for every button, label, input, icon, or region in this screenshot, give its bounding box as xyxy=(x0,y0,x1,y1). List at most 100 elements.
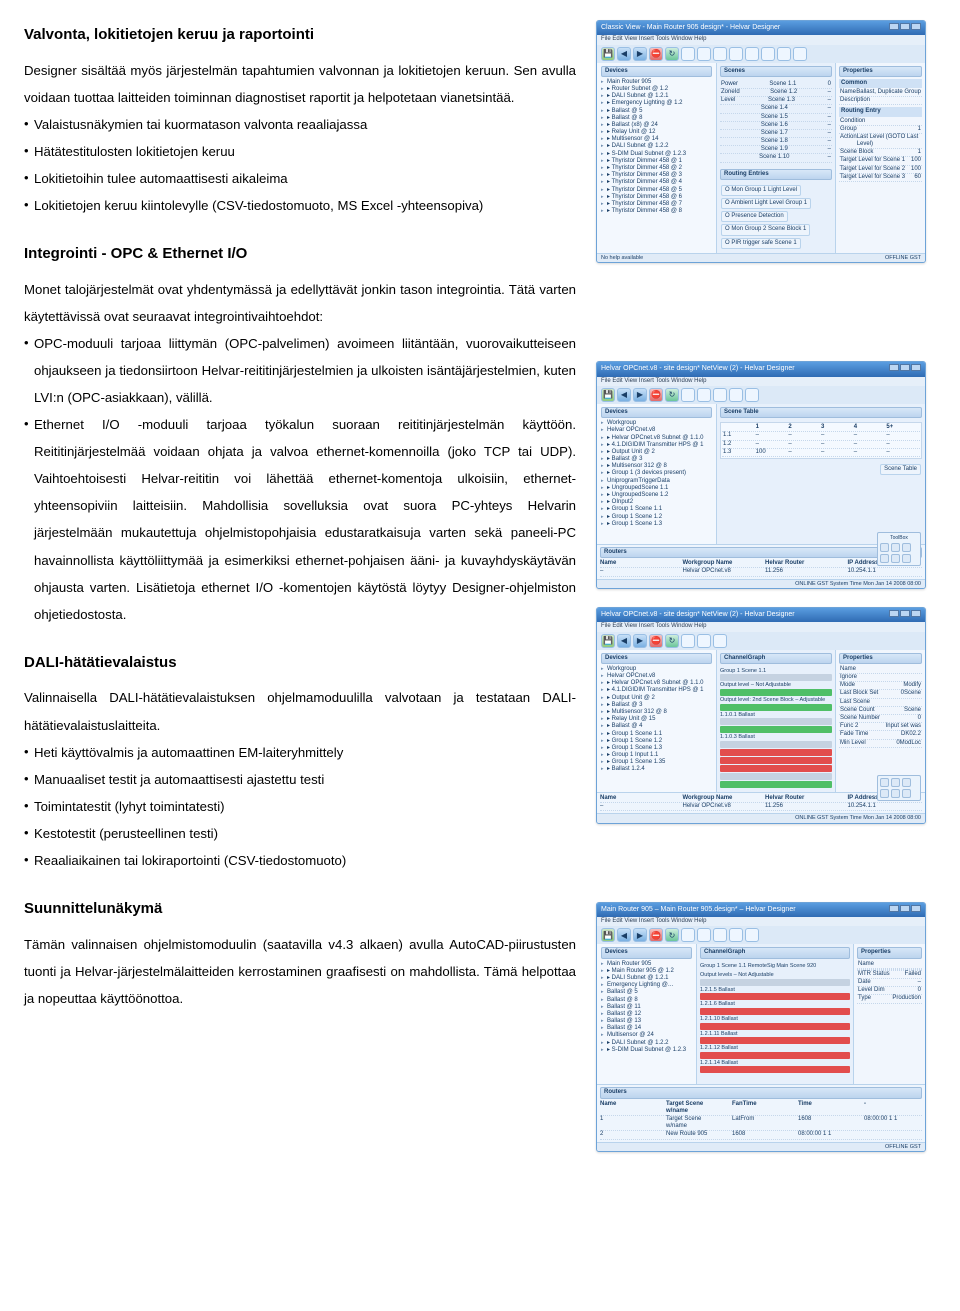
back-icon[interactable]: ◀ xyxy=(617,634,631,648)
tree-node[interactable]: ▸ S-DIM Dual Subnet @ 1.2.3 xyxy=(601,1047,692,1054)
tree-panel[interactable]: Devices WorkgroupHelvar OPCnet.v8▸ Helva… xyxy=(597,404,717,544)
tree-node[interactable]: ▸ Ballast @ 3 xyxy=(601,456,712,463)
tree-node[interactable]: ▸ Multisensor @ 14 xyxy=(601,136,712,143)
back-icon[interactable]: ◀ xyxy=(617,47,631,61)
tree-node[interactable]: Main Router 905 xyxy=(601,79,712,86)
tree-node[interactable]: ▸ Ballast @ 5 xyxy=(601,108,712,115)
tree-node[interactable]: ▸ Thyristor Dimmer 458 @ 6 xyxy=(601,194,712,201)
tree-node[interactable]: ▸ Group 1 Scene 1.2 xyxy=(601,738,712,745)
forward-icon[interactable]: ▶ xyxy=(633,388,647,402)
tool-icon[interactable] xyxy=(681,928,695,942)
save-icon[interactable]: 💾 xyxy=(601,388,615,402)
tree-node[interactable]: ▸ Ballast @ 8 xyxy=(601,115,712,122)
forward-icon[interactable]: ▶ xyxy=(633,47,647,61)
tree-node[interactable]: ▸ Main Router 905 @ 1.2 xyxy=(601,968,692,975)
tree-node[interactable]: ▸ Emergency Lighting @ 1.2 xyxy=(601,100,712,107)
tree-node[interactable]: ▸ Thyristor Dimmer 458 @ 2 xyxy=(601,165,712,172)
tree-node[interactable]: UniprogramTriggerData xyxy=(601,478,712,485)
tree-node[interactable]: Ballast @ 8 xyxy=(601,997,692,1004)
tool-icon[interactable] xyxy=(777,47,791,61)
routing-pill[interactable]: O Mon Group 1 Light Level xyxy=(721,185,801,196)
palette-button[interactable] xyxy=(891,778,900,787)
tool-icon[interactable] xyxy=(713,928,727,942)
routing-pill[interactable]: O Mon Group 2 Scene Block 1 xyxy=(721,224,810,235)
tree-node[interactable]: ▸ Helvar OPCnet.v8 Subnet @ 1.1.0 xyxy=(601,435,712,442)
tree-node[interactable]: ▸ Helvar OPCnet.v8 Subnet @ 1.1.0 xyxy=(601,680,712,687)
tool-icon[interactable] xyxy=(713,388,727,402)
palette-button[interactable] xyxy=(902,543,911,552)
tree-node[interactable]: ▸ Thyristor Dimmer 458 @ 7 xyxy=(601,201,712,208)
tree-node[interactable]: ▸ Group 1 (3 devices present) xyxy=(601,470,712,477)
refresh-icon[interactable]: ↻ xyxy=(665,388,679,402)
tool-icon[interactable] xyxy=(729,388,743,402)
tool-icon[interactable] xyxy=(793,47,807,61)
routing-pill[interactable]: O Ambient Light Level Group 1 xyxy=(721,198,811,209)
tree-node[interactable]: ▸ Output Unit @ 2 xyxy=(601,449,712,456)
refresh-icon[interactable]: ↻ xyxy=(665,47,679,61)
tree-node[interactable]: ▸ Group 1 Scene 1.3 xyxy=(601,745,712,752)
tree-node[interactable]: ▸ Ballast 1.2.4 xyxy=(601,766,712,773)
tree-node[interactable]: ▸ Thyristor Dimmer 458 @ 8 xyxy=(601,208,712,215)
tool-icon[interactable] xyxy=(697,388,711,402)
tree-node[interactable]: Ballast @ 12 xyxy=(601,1011,692,1018)
menubar[interactable]: File Edit View Insert Tools Window Help xyxy=(597,917,925,926)
tree-node[interactable]: ▸ 4.1.DIGIDIM Transmitter HPS @ 1 xyxy=(601,442,712,449)
tree-node[interactable]: ▸ S-DIM Dual Subnet @ 1.2.3 xyxy=(601,151,712,158)
menubar[interactable]: File Edit View Insert Tools Window Help xyxy=(597,622,925,631)
tree-node[interactable]: ▸ DALI Subnet @ 1.2.1 xyxy=(601,93,712,100)
tree-node[interactable]: ▸ Relay Unit @ 15 xyxy=(601,716,712,723)
tree-node[interactable]: ▸ Relay Unit @ 12 xyxy=(601,129,712,136)
tree-node[interactable]: ▸ Group 1 Input 1.1 xyxy=(601,752,712,759)
tree-node[interactable]: Main Router 905 xyxy=(601,961,692,968)
tree-node[interactable]: ▸ Multisensor 312 @ 8 xyxy=(601,463,712,470)
tree-node[interactable]: ▸ Router Subnet @ 1.2 xyxy=(601,86,712,93)
tool-icon[interactable] xyxy=(745,388,759,402)
tool-icon[interactable] xyxy=(697,47,711,61)
tree-node[interactable]: ▸ Ballast (x8) @ 24 xyxy=(601,122,712,129)
tree-node[interactable]: ▸ Group 1 Scene 1.35 xyxy=(601,759,712,766)
tree-node[interactable]: ▸ OInput2 xyxy=(601,499,712,506)
tree-panel[interactable]: Devices WorkgroupHelvar OPCnet.v8▸ Helva… xyxy=(597,650,717,792)
tool-icon[interactable] xyxy=(745,47,759,61)
palette-button[interactable] xyxy=(891,543,900,552)
tree-node[interactable]: Helvar OPCnet.v8 xyxy=(601,427,712,434)
palette-button[interactable] xyxy=(880,554,889,563)
save-icon[interactable]: 💾 xyxy=(601,634,615,648)
tool-icon[interactable] xyxy=(681,634,695,648)
tree-node[interactable]: Multisensor @ 24 xyxy=(601,1032,692,1039)
menubar[interactable]: File Edit View Insert Tools Window Help xyxy=(597,35,925,44)
tree-node[interactable]: ▸ Multisensor 312 @ 8 xyxy=(601,709,712,716)
tree-panel[interactable]: Devices Main Router 905▸ Main Router 905… xyxy=(597,944,697,1084)
back-icon[interactable]: ◀ xyxy=(617,388,631,402)
palette-button[interactable] xyxy=(902,554,911,563)
tree-node[interactable]: ▸ Group 1 Scene 1.2 xyxy=(601,514,712,521)
tool-icon[interactable] xyxy=(697,634,711,648)
tool-icon[interactable] xyxy=(729,47,743,61)
tree-node[interactable]: ▸ Group 1 Scene 1.1 xyxy=(601,731,712,738)
tree-node[interactable]: Workgroup xyxy=(601,420,712,427)
palette-button[interactable] xyxy=(880,543,889,552)
tree-node[interactable]: ▸ 4.1.DIGIDIM Transmitter HPS @ 1 xyxy=(601,687,712,694)
window-buttons[interactable] xyxy=(888,364,921,374)
refresh-icon[interactable]: ↻ xyxy=(665,928,679,942)
tree-node[interactable]: ▸ UngroupedScene 1.2 xyxy=(601,492,712,499)
tree-node[interactable]: Workgroup xyxy=(601,666,712,673)
toolbar[interactable]: 💾 ◀ ▶ ⛔ ↻ xyxy=(597,632,925,650)
tree-node[interactable]: Ballast @ 11 xyxy=(601,1004,692,1011)
tree-node[interactable]: Ballast @ 14 xyxy=(601,1025,692,1032)
toolbar[interactable]: 💾 ◀ ▶ ⛔ ↻ xyxy=(597,45,925,63)
tool-icon[interactable] xyxy=(713,634,727,648)
tree-node[interactable]: ▸ DALI Subnet @ 1.2.2 xyxy=(601,143,712,150)
stop-icon[interactable]: ⛔ xyxy=(649,388,663,402)
tree-node[interactable]: ▸ Thyristor Dimmer 458 @ 5 xyxy=(601,187,712,194)
scene-table-button[interactable]: Scene Table xyxy=(880,464,921,475)
tool-icon[interactable] xyxy=(681,47,695,61)
tool-icon[interactable] xyxy=(697,928,711,942)
tree-node[interactable]: ▸ DALI Subnet @ 1.2.2 xyxy=(601,1040,692,1047)
palette-button[interactable] xyxy=(891,554,900,563)
back-icon[interactable]: ◀ xyxy=(617,928,631,942)
toolbar[interactable]: 💾 ◀ ▶ ⛔ ↻ xyxy=(597,386,925,404)
forward-icon[interactable]: ▶ xyxy=(633,928,647,942)
tree-node[interactable]: ▸ Ballast @ 4 xyxy=(601,723,712,730)
save-icon[interactable]: 💾 xyxy=(601,47,615,61)
